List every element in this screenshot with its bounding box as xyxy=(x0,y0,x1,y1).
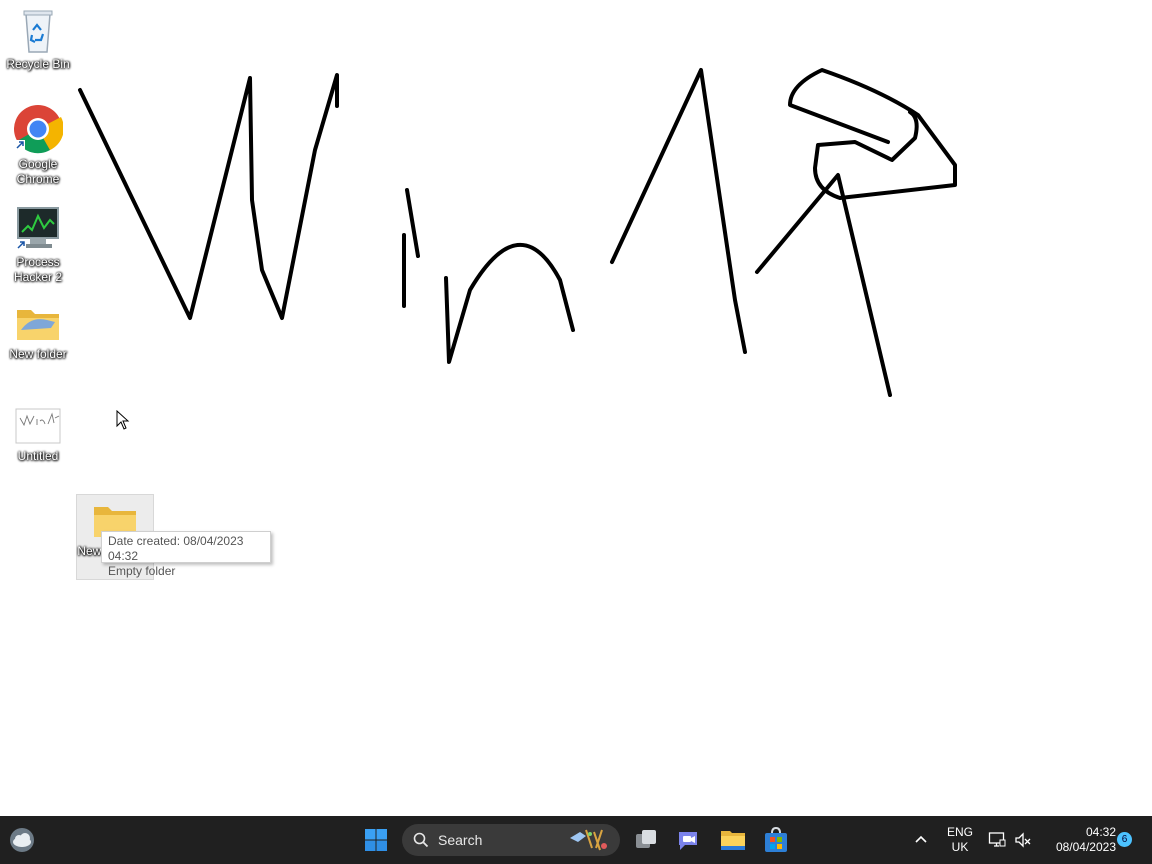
task-view-icon xyxy=(636,830,656,848)
store-icon xyxy=(765,826,787,852)
search-icon xyxy=(413,832,429,848)
desktop-icon-untitled[interactable]: Untitled xyxy=(0,408,76,464)
clock-date: 08/04/2023 xyxy=(1055,840,1116,854)
network-button[interactable] xyxy=(988,831,1006,849)
desktop-icon-label: Recycle Bin xyxy=(6,57,70,71)
tooltip-date-created: Date created: 08/04/2023 04:32 xyxy=(108,534,244,563)
process-hacker-icon xyxy=(16,207,59,250)
language-code: ENG xyxy=(946,825,973,839)
image-file-icon xyxy=(15,408,61,444)
microsoft-store-button[interactable] xyxy=(764,826,788,853)
desktop-icon-label: Google Chrome xyxy=(16,157,60,186)
tooltip-description: Empty folder xyxy=(108,564,176,578)
mouse-cursor-icon xyxy=(116,410,130,430)
network-icon xyxy=(988,832,1006,847)
task-view-button[interactable] xyxy=(634,828,658,852)
language-indicator[interactable]: ENG UK xyxy=(942,825,978,855)
desktop[interactable]: Recycle Bin Google Chrome Process Hacker… xyxy=(0,0,1152,816)
folder-tooltip: Date created: 08/04/2023 04:32 Empty fol… xyxy=(101,531,271,578)
file-explorer-icon xyxy=(721,831,745,850)
region-code: UK xyxy=(951,840,969,854)
taskbar: Search ENG UK 04:32 08/04/2023 6 xyxy=(0,816,1152,864)
desktop-icon-google-chrome[interactable]: Google Chrome xyxy=(0,104,76,187)
desktop-icon-new-folder[interactable]: New folder xyxy=(0,304,76,362)
taskbar-search-box[interactable]: Search xyxy=(402,824,620,856)
recycle-bin-icon xyxy=(23,10,53,53)
search-label: Search xyxy=(438,832,483,848)
widgets-button[interactable] xyxy=(8,826,36,854)
chevron-up-icon xyxy=(915,835,927,843)
notification-badge[interactable]: 6 xyxy=(1117,832,1132,847)
folder-icon xyxy=(17,310,59,340)
desktop-icon-recycle-bin[interactable]: Recycle Bin xyxy=(0,8,76,72)
clock-time: 04:32 xyxy=(1085,825,1116,839)
cloud-icon xyxy=(10,828,34,852)
desktop-icon-label: Untitled xyxy=(17,449,59,463)
desktop-icon-label: New folder xyxy=(9,347,67,361)
handwritten-drawing xyxy=(78,68,957,397)
clock[interactable]: 04:32 08/04/2023 xyxy=(1040,825,1116,855)
file-explorer-button[interactable] xyxy=(720,828,746,852)
chrome-icon xyxy=(14,105,64,154)
desktop-icon-process-hacker[interactable]: Process Hacker 2 xyxy=(0,206,76,285)
volume-muted-icon xyxy=(1015,832,1031,848)
start-button[interactable] xyxy=(364,828,388,852)
show-hidden-icons-button[interactable] xyxy=(913,832,929,848)
windows-logo-icon xyxy=(365,829,387,851)
volume-button[interactable] xyxy=(1014,831,1032,849)
teams-chat-icon xyxy=(679,832,697,850)
search-highlight-icon xyxy=(570,829,607,851)
chat-button[interactable] xyxy=(676,828,700,852)
desktop-icon-label: Process Hacker 2 xyxy=(13,255,63,284)
